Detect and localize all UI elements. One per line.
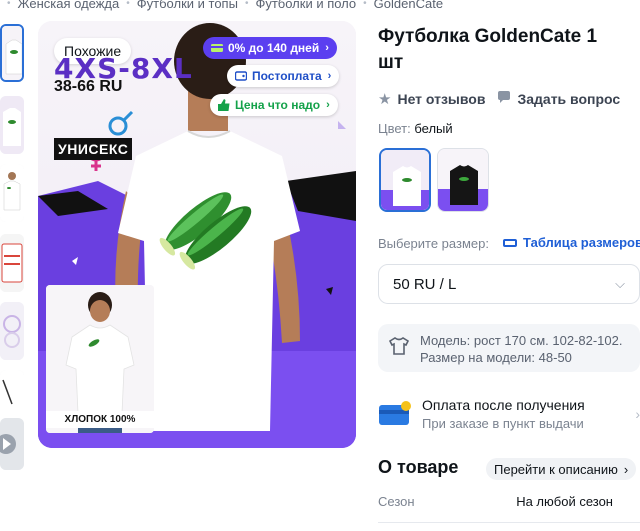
promo-size-ru: 38-66 RU xyxy=(54,78,123,95)
promo-unisex: УНИСЕКС xyxy=(54,138,133,160)
size-select[interactable]: 50 RU / L ⌵ xyxy=(378,264,640,304)
product-title: Футболка GoldenCate 1 шт xyxy=(378,24,640,76)
go-to-description-label: Перейти к описанию xyxy=(494,461,618,477)
spec-value: На любой сезон xyxy=(516,494,613,509)
star-icon: ★ xyxy=(378,91,392,108)
thumbnail-image xyxy=(0,234,24,292)
postpay-pill[interactable]: Постоплата › xyxy=(227,65,340,87)
size-table-link[interactable]: Таблица размеров xyxy=(503,235,640,250)
chevron-right-icon: › xyxy=(327,70,332,82)
chevron-right-icon: › xyxy=(635,406,640,422)
thumbnail-3[interactable] xyxy=(0,164,24,222)
postpay-label: Постоплата xyxy=(252,69,322,83)
product-title-line1: Футболка GoldenCate 1 xyxy=(378,26,598,47)
payment-title: Оплата после получения xyxy=(422,397,585,413)
spec-row-season: Сезон На любой сезон xyxy=(378,494,640,509)
thumbnail-image xyxy=(0,302,24,360)
payment-subtitle: При заказе в пункт выдачи xyxy=(422,416,584,431)
thumbnail-image xyxy=(2,26,22,80)
fair-price-label: Цена что надо xyxy=(235,98,321,112)
swatch-image xyxy=(438,149,488,211)
installment-label: 0% до 140 дней xyxy=(228,41,320,55)
model-info: Модель: рост 170 см. 102-82-102. Размер … xyxy=(378,324,640,372)
card-icon xyxy=(378,400,412,428)
breadcrumb-separator: • xyxy=(363,0,367,9)
ask-question-link[interactable]: Задать вопрос xyxy=(497,90,620,108)
chevron-right-icon: › xyxy=(325,42,329,54)
fair-price-pill[interactable]: Цена что надо › xyxy=(210,94,338,116)
product-meta: ★ Нет отзывов Задать вопрос xyxy=(378,90,632,108)
reviews-link[interactable]: ★ Нет отзывов xyxy=(378,90,485,108)
chevron-right-icon: › xyxy=(623,461,629,477)
color-value: белый xyxy=(414,121,453,136)
tshirt-icon xyxy=(388,335,410,357)
color-label-text: Цвет: xyxy=(378,121,411,136)
thumbnail-1[interactable] xyxy=(0,24,24,82)
size-label: Выберите размер: xyxy=(378,236,489,251)
model-size: Размер на модели: 48-50 xyxy=(420,350,572,365)
breadcrumb-item[interactable]: Женская одежда xyxy=(18,0,120,11)
color-swatch-black[interactable] xyxy=(437,148,489,212)
spec-key: Сезон xyxy=(378,494,415,509)
thumbnail-4[interactable] xyxy=(0,234,24,292)
about-heading: О товаре xyxy=(378,457,459,477)
breadcrumb-separator: • xyxy=(244,0,249,9)
size-selected-value: 50 RU / L xyxy=(393,275,457,293)
breadcrumb-separator: • xyxy=(126,0,130,9)
color-swatch-white[interactable] xyxy=(379,148,431,212)
breadcrumb-item[interactable]: Футболки и поло xyxy=(255,0,356,11)
model-height: Модель: рост 170 см. 102-82-102. xyxy=(420,333,623,348)
material-label: ХЛОПОК 100% xyxy=(46,411,154,428)
thumbnail-image xyxy=(0,164,24,222)
breadcrumb-item[interactable]: GoldenCate xyxy=(374,0,443,11)
payment-info[interactable]: Оплата после получения При заказе в пунк… xyxy=(378,394,640,434)
ask-question-label: Задать вопрос xyxy=(517,91,621,107)
divider xyxy=(378,522,640,523)
reviews-label: Нет отзывов xyxy=(397,91,486,107)
breadcrumb-separator: • xyxy=(7,0,11,9)
thumbnail-video[interactable] xyxy=(0,418,24,470)
thumbs-up-icon xyxy=(218,99,230,111)
breadcrumb-item[interactable]: Футболки и топы xyxy=(137,0,238,11)
chevron-down-icon: ⌵ xyxy=(615,276,625,291)
breadcrumb: • Женская одежда • Футболки и топы • Фут… xyxy=(0,0,443,11)
installment-pill[interactable]: 0% до 140 дней › xyxy=(203,37,337,59)
color-label: Цвет: белый xyxy=(378,121,453,136)
product-title-line2: шт xyxy=(378,52,404,73)
chat-icon xyxy=(497,90,511,108)
swatch-image xyxy=(381,150,429,210)
ruler-icon xyxy=(503,238,517,247)
size-table-label: Таблица размеров xyxy=(523,235,640,250)
thumbnail-image xyxy=(0,96,24,154)
play-icon xyxy=(0,418,24,470)
thumbnail-2[interactable] xyxy=(0,96,24,154)
card-icon xyxy=(211,42,223,54)
chevron-right-icon: › xyxy=(326,99,330,111)
wallet-icon xyxy=(234,70,248,82)
go-to-description-button[interactable]: Перейти к описанию › xyxy=(486,458,637,480)
thumbnail-5[interactable] xyxy=(0,302,24,360)
